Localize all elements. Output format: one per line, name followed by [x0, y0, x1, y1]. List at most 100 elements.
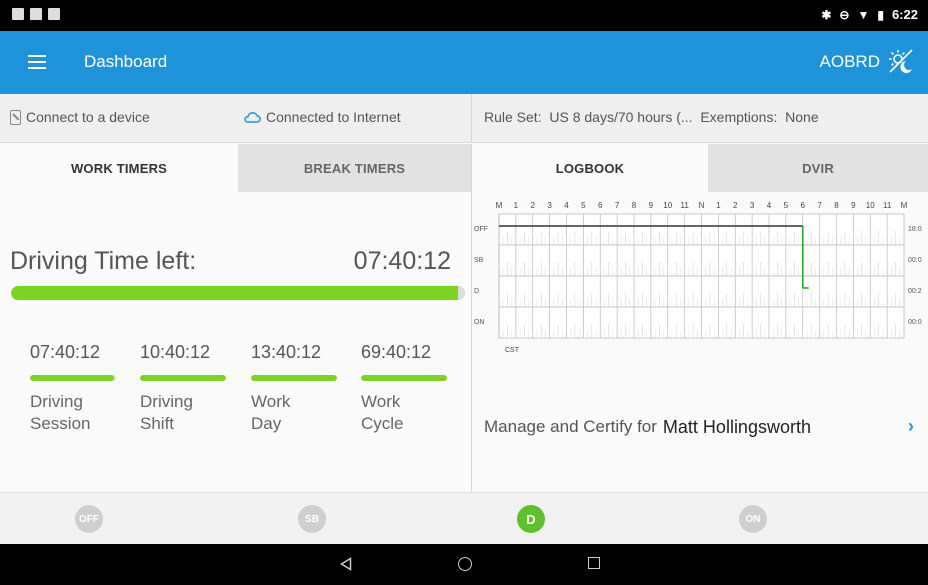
hour-tick-label: 10: [866, 201, 875, 210]
page-title: Dashboard: [84, 52, 168, 71]
timer-driving-session: 07:40:12 Driving Session: [30, 342, 130, 435]
back-icon[interactable]: [340, 557, 352, 571]
info-bar: Connect to a device Connected to Interne…: [0, 94, 928, 143]
row-total: 00:2: [908, 288, 922, 295]
hour-tick-label: 11: [680, 201, 689, 210]
timer-value: 13:40:12: [251, 342, 322, 362]
internet-status-label: Connected to Internet: [266, 109, 401, 125]
clock: 6:22: [891, 7, 918, 22]
hour-tick-label: 3: [547, 201, 552, 210]
notification-icons: [12, 8, 60, 20]
timer-label: Work Cycle: [361, 392, 404, 433]
status-bar: ✱ ⊖ ▼ ▮ 6:22: [0, 0, 928, 31]
hour-tick-label: 8: [632, 201, 637, 210]
timezone-label: CST: [505, 347, 520, 354]
driving-progress-bar: [11, 286, 465, 300]
timer-label: Driving Shift: [140, 392, 193, 433]
hour-tick-label: 6: [598, 201, 603, 210]
internet-status: Connected to Internet: [243, 109, 401, 125]
hour-tick-label: 5: [784, 201, 789, 210]
row-label: ON: [474, 319, 485, 326]
tab-logbook[interactable]: LOGBOOK: [472, 144, 708, 192]
row-label: OFF: [474, 226, 488, 233]
timer-work-cycle: 69:40:12 Work Cycle: [361, 342, 461, 435]
navigation-bar: [0, 544, 928, 585]
manage-certify-link[interactable]: Manage and Certify for Matt Hollingswort…: [484, 417, 811, 438]
connect-device-button[interactable]: Connect to a device: [10, 109, 150, 125]
notification-icon: [30, 8, 42, 20]
timer-driving-shift: 10:40:12 Driving Shift: [140, 342, 240, 435]
row-label: D: [474, 288, 479, 295]
home-icon[interactable]: [458, 557, 472, 571]
duty-d-button[interactable]: D: [517, 505, 545, 533]
duty-on-button[interactable]: ON: [739, 505, 767, 533]
recent-apps-icon[interactable]: [588, 557, 600, 569]
hour-tick-label: 8: [834, 201, 839, 210]
hour-tick-label: 4: [564, 201, 569, 210]
rule-set-info[interactable]: Rule Set: US 8 days/70 hours (... Exempt…: [484, 109, 819, 125]
logbook-panel: LOGBOOK DVIR M 1 2 3 4 5 6 7 8 9 10 11 N 1 2 3 4 5 6 7 8 9 10 1…: [472, 144, 928, 492]
device-disconnected-icon: [10, 109, 21, 125]
timer-progress-fill: [361, 375, 447, 381]
manage-label: Manage and Certify for: [484, 417, 657, 436]
row-total: 00:0: [908, 319, 922, 326]
hour-tick-label: 3: [750, 201, 755, 210]
day-night-icon[interactable]: [888, 48, 914, 74]
timer-progress-bar: [361, 375, 447, 381]
menu-icon[interactable]: [28, 55, 46, 69]
cloud-icon: [244, 112, 261, 123]
timer-progress-fill: [140, 375, 226, 381]
image-icon: [48, 8, 60, 20]
connect-device-label: Connect to a device: [26, 109, 150, 125]
duty-off-button[interactable]: OFF: [75, 505, 103, 533]
hour-tick-label: 4: [767, 201, 772, 210]
hour-tick-label: 1: [716, 201, 721, 210]
timer-value: 69:40:12: [361, 342, 432, 362]
timer-value: 07:40:12: [30, 342, 101, 362]
hour-tick-label: 11: [883, 201, 892, 210]
driver-name: Matt Hollingsworth: [662, 417, 811, 437]
timer-label: Driving Session: [30, 392, 91, 433]
driving-time-label: Driving Time left:: [10, 247, 197, 275]
timer-progress-bar: [140, 375, 226, 381]
timer-progress-fill: [30, 375, 115, 381]
timer-progress-fill: [251, 375, 337, 381]
hour-tick-label: 1: [514, 201, 519, 210]
logbook-graph[interactable]: M 1 2 3 4 5 6 7 8 9 10 11 N 1 2 3 4 5 6 7 8 9 10 11 M OFF 18:0 SB 00…: [472, 196, 928, 356]
bluetooth-icon: ✱: [821, 7, 832, 22]
hour-tick-label: 9: [649, 201, 654, 210]
chevron-right-icon[interactable]: ›: [908, 416, 914, 437]
timer-value: 10:40:12: [140, 342, 211, 362]
hour-tick-label: N: [699, 201, 705, 210]
notification-icon: [12, 8, 24, 20]
duty-sb-button[interactable]: SB: [298, 505, 326, 533]
tab-dvir[interactable]: DVIR: [708, 144, 928, 192]
tab-work-timers[interactable]: WORK TIMERS: [0, 144, 238, 192]
system-icons: ✱ ⊖ ▼ ▮ 6:22: [821, 7, 918, 22]
row-label: SB: [474, 257, 484, 264]
wifi-icon: ▼: [857, 7, 870, 22]
battery-icon: ▮: [877, 7, 884, 22]
timer-progress-bar: [30, 375, 116, 381]
tab-break-timers[interactable]: BREAK TIMERS: [238, 144, 471, 192]
hour-tick-label: M: [901, 201, 908, 210]
divider: [471, 94, 472, 143]
row-total: 18:0: [908, 226, 922, 233]
timer-work-day: 13:40:12 Work Day: [251, 342, 351, 435]
timer-label: Work Day: [251, 392, 291, 433]
driving-progress-fill: [11, 286, 459, 300]
app-bar: Dashboard AOBRD: [0, 31, 928, 94]
hour-tick-label: 9: [851, 201, 856, 210]
hour-tick-label: 2: [733, 201, 738, 210]
driving-time-value: 07:40:12: [353, 247, 451, 275]
work-timers-panel: WORK TIMERS BREAK TIMERS Driving Time le…: [0, 144, 471, 492]
hour-tick-label: 6: [801, 201, 806, 210]
row-total: 00:0: [908, 257, 922, 264]
do-not-disturb-icon: ⊖: [839, 7, 850, 22]
hour-tick-label: M: [496, 201, 503, 210]
hour-tick-label: 7: [817, 201, 822, 210]
mode-label: AOBRD: [819, 52, 880, 71]
hour-tick-label: 10: [663, 201, 672, 210]
timer-progress-bar: [251, 375, 337, 381]
hour-tick-label: 7: [615, 201, 620, 210]
